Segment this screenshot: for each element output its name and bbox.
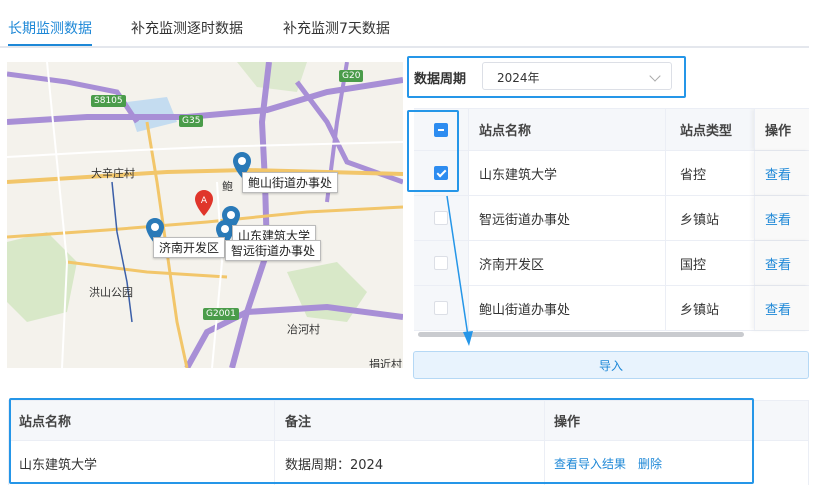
import-table-header: 站点名称 备注 操作 xyxy=(9,401,808,441)
column-header-name: 站点名称 xyxy=(9,401,275,440)
import-note: 数据周期：2024 xyxy=(275,441,545,485)
view-import-result-link[interactable]: 查看导入结果 xyxy=(554,455,626,472)
import-station-name: 山东建筑大学 xyxy=(9,441,275,485)
table-row: 山东建筑大学 数据周期：2024 查看导入结果 删除 xyxy=(9,441,808,485)
column-header-note: 备注 xyxy=(275,401,545,440)
delete-link[interactable]: 删除 xyxy=(638,455,662,472)
import-table: 站点名称 备注 操作 山东建筑大学 数据周期：2024 查看导入结果 删除 xyxy=(8,400,809,485)
column-header-action: 操作 xyxy=(554,415,581,430)
